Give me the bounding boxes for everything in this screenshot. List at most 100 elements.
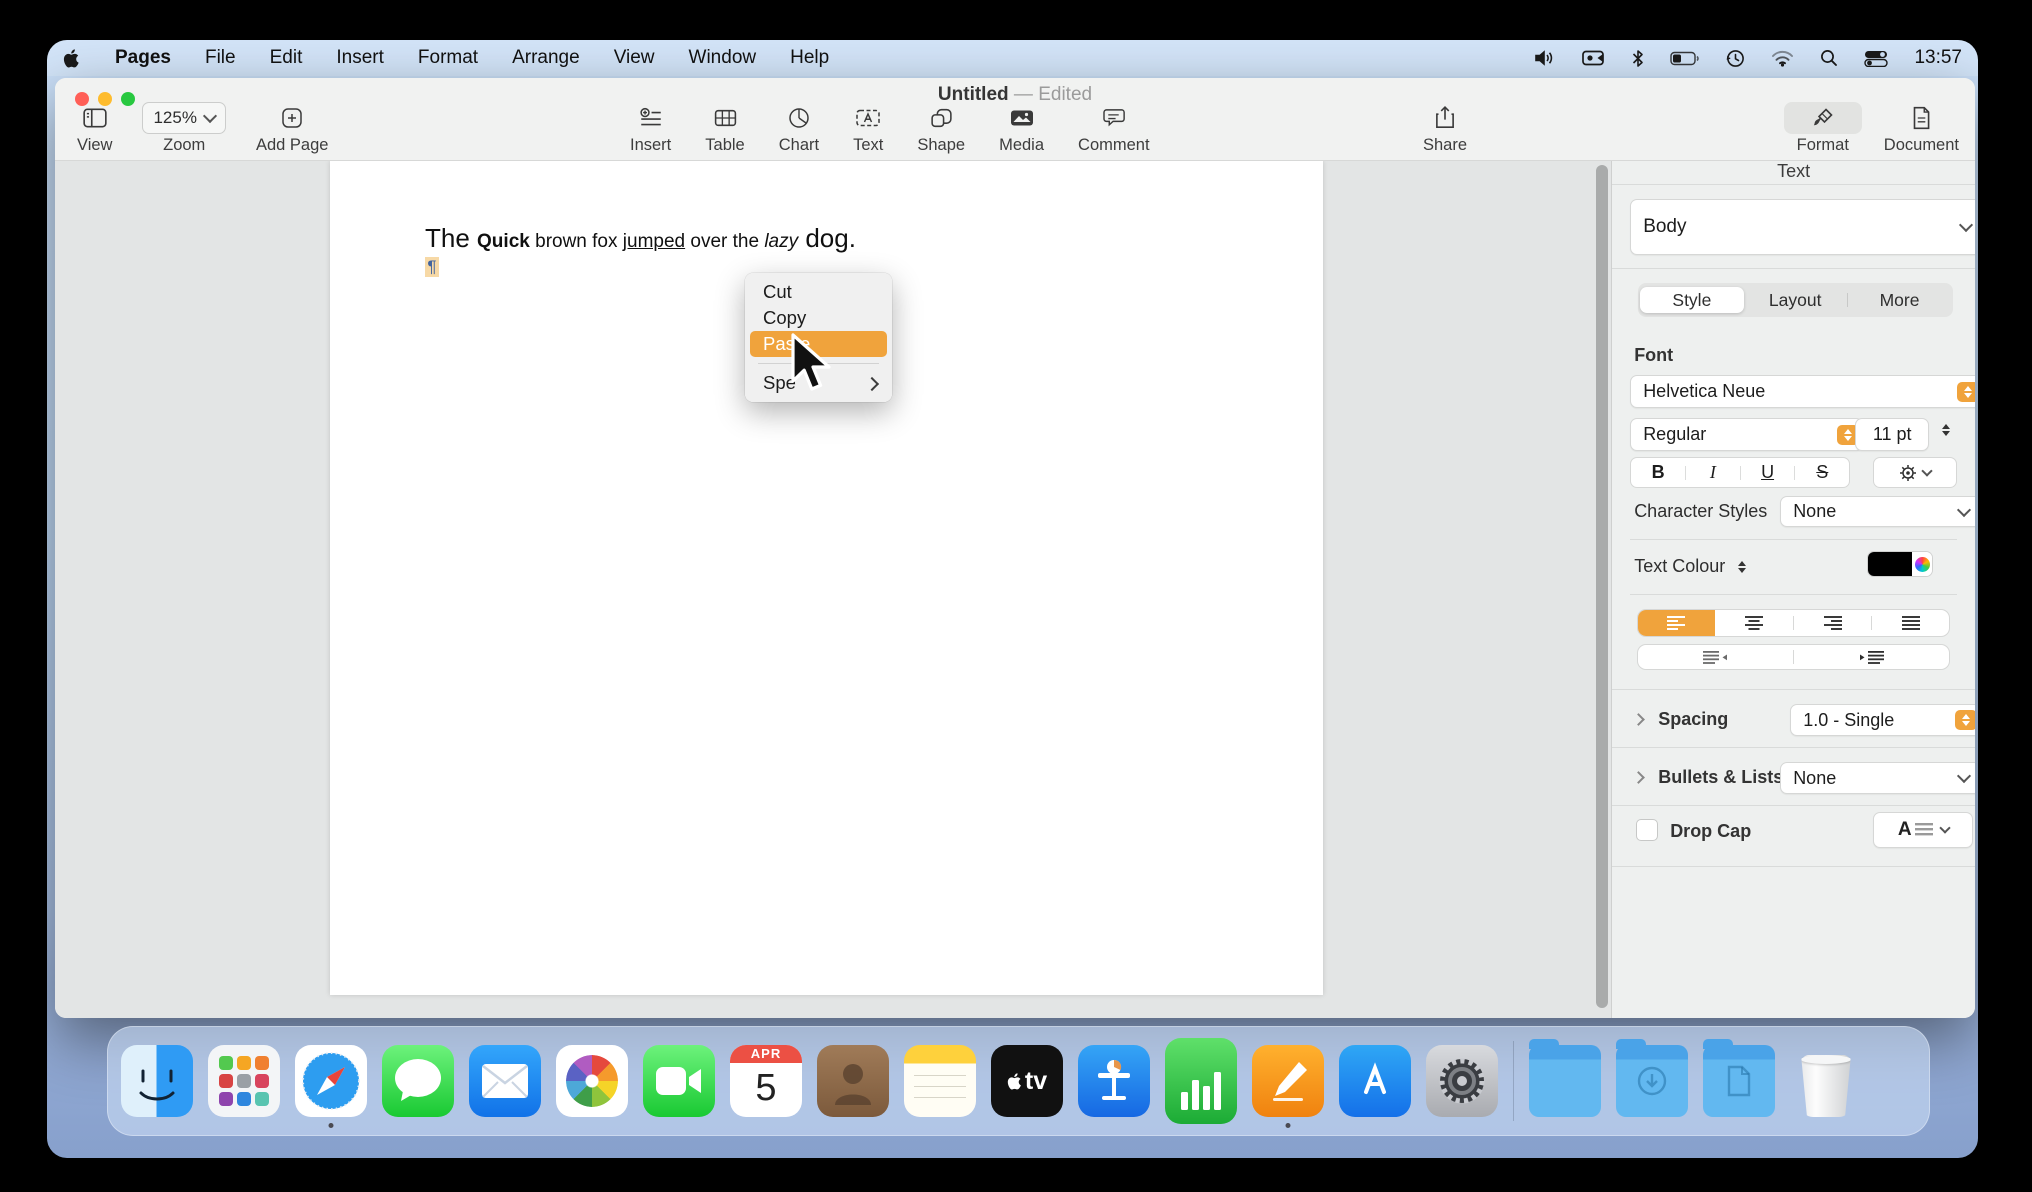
- dock-launchpad-icon[interactable]: [208, 1045, 280, 1117]
- stepper-icon[interactable]: [1955, 710, 1975, 730]
- clock-time[interactable]: 13:57: [1914, 47, 1962, 69]
- dock-appstore-icon[interactable]: [1339, 1045, 1411, 1117]
- dock-calendar-icon[interactable]: APR 5: [730, 1045, 802, 1117]
- font-size-field[interactable]: 11 pt: [1855, 418, 1929, 451]
- bullets-dropdown[interactable]: None: [1780, 762, 1975, 794]
- dock-photos-icon[interactable]: [556, 1045, 628, 1117]
- vertical-scrollbar[interactable]: [1596, 165, 1608, 1008]
- tab-layout[interactable]: Layout: [1744, 287, 1847, 313]
- view-button[interactable]: View: [77, 102, 112, 155]
- dock-facetime-icon[interactable]: [643, 1045, 715, 1117]
- dock-mail-icon[interactable]: [469, 1045, 541, 1117]
- text-colour-well[interactable]: [1868, 552, 1932, 576]
- font-family-dropdown[interactable]: Helvetica Neue: [1630, 375, 1975, 408]
- underline-button[interactable]: U: [1741, 461, 1795, 484]
- colour-wheel-button[interactable]: [1912, 552, 1932, 576]
- text-button[interactable]: Text: [853, 102, 883, 155]
- photos-flower-icon: [566, 1055, 618, 1107]
- bold-button[interactable]: B: [1631, 461, 1685, 484]
- dock-notes-icon[interactable]: [904, 1045, 976, 1117]
- dock-trash-icon[interactable]: [1790, 1045, 1862, 1117]
- menubar-item-insert[interactable]: Insert: [336, 47, 384, 69]
- comment-button[interactable]: Comment: [1078, 102, 1150, 155]
- table-button[interactable]: Table: [705, 102, 744, 155]
- zoom-dropdown[interactable]: 125%: [142, 102, 225, 134]
- document-text-line[interactable]: The Quick brown fox jumped over the lazy…: [425, 223, 856, 254]
- dock-keynote-icon[interactable]: [1078, 1045, 1150, 1117]
- toolbar-center-group: Insert Table Chart: [630, 102, 1150, 155]
- zoom-control[interactable]: 125% Zoom: [142, 102, 225, 155]
- shape-button[interactable]: Shape: [917, 102, 965, 155]
- chart-button[interactable]: Chart: [779, 102, 819, 155]
- dock-pages-icon[interactable]: [1252, 1045, 1324, 1117]
- decrease-indent-button[interactable]: [1638, 645, 1793, 669]
- menubar-item-format[interactable]: Format: [418, 47, 478, 69]
- media-button[interactable]: Media: [999, 102, 1044, 155]
- text-colour-stepper-icon[interactable]: [1738, 561, 1746, 573]
- context-menu-copy[interactable]: Copy: [750, 305, 887, 331]
- disclosure-chevron-icon[interactable]: [1632, 713, 1645, 726]
- spacing-dropdown[interactable]: 1.0 - Single: [1790, 704, 1975, 736]
- add-page-button[interactable]: Add Page: [256, 102, 328, 155]
- increase-indent-button[interactable]: [1794, 645, 1949, 669]
- align-right-button[interactable]: [1794, 610, 1871, 636]
- dock-documents-folder-icon[interactable]: [1703, 1045, 1775, 1117]
- dock-messages-icon[interactable]: [382, 1045, 454, 1117]
- dock-contacts-icon[interactable]: [817, 1045, 889, 1117]
- menubar-item-window[interactable]: Window: [689, 47, 757, 69]
- share-button[interactable]: Share: [1423, 102, 1467, 155]
- tab-style[interactable]: Style: [1640, 287, 1743, 313]
- strikethrough-button[interactable]: S: [1795, 461, 1849, 484]
- divider: [1612, 805, 1975, 806]
- disclosure-chevron-icon[interactable]: [1632, 771, 1645, 784]
- format-button[interactable]: Format: [1784, 102, 1862, 155]
- menubar-item-help[interactable]: Help: [790, 47, 829, 69]
- dock-safari-icon[interactable]: [295, 1045, 367, 1117]
- screen-mirroring-icon[interactable]: [1582, 50, 1606, 66]
- apple-menu-icon[interactable]: [63, 48, 81, 69]
- font-weight-dropdown[interactable]: Regular: [1630, 418, 1863, 451]
- tab-more[interactable]: More: [1848, 287, 1951, 313]
- drop-cap-style-dropdown[interactable]: A: [1873, 812, 1973, 848]
- align-justify-button[interactable]: [1872, 610, 1949, 636]
- menubar-item-view[interactable]: View: [614, 47, 655, 69]
- mouse-cursor: [787, 333, 841, 404]
- colour-swatch-black[interactable]: [1868, 552, 1912, 576]
- document-canvas[interactable]: The Quick brown fox jumped over the lazy…: [55, 161, 1611, 1018]
- font-size-stepper[interactable]: [1942, 424, 1950, 436]
- menubar-item-arrange[interactable]: Arrange: [512, 47, 580, 69]
- insert-button[interactable]: Insert: [630, 102, 671, 155]
- menubar-item-edit[interactable]: Edit: [270, 47, 303, 69]
- volume-icon[interactable]: [1534, 49, 1556, 67]
- chevron-down-icon: [1922, 465, 1933, 476]
- menubar-item-pages[interactable]: Pages: [115, 47, 171, 69]
- dock-finder-icon[interactable]: [121, 1045, 193, 1117]
- dock-settings-icon[interactable]: [1426, 1045, 1498, 1117]
- control-center-icon[interactable]: [1864, 50, 1888, 67]
- bluetooth-icon[interactable]: [1632, 49, 1644, 68]
- context-menu-cut[interactable]: Cut: [750, 279, 887, 305]
- dock-downloads-folder-icon[interactable]: [1616, 1045, 1688, 1117]
- paragraph-style-dropdown[interactable]: Body: [1630, 199, 1975, 255]
- wifi-icon[interactable]: [1771, 50, 1794, 67]
- italic-button[interactable]: I: [1686, 461, 1740, 484]
- advanced-text-options-button[interactable]: [1873, 457, 1957, 488]
- spacing-row-label: Spacing: [1634, 709, 1728, 730]
- spotlight-search-icon[interactable]: [1820, 49, 1838, 67]
- drop-cap-checkbox[interactable]: [1636, 819, 1658, 841]
- document-button[interactable]: Document: [1884, 102, 1959, 155]
- menubar-item-file[interactable]: File: [205, 47, 236, 69]
- align-center-button[interactable]: [1715, 610, 1792, 636]
- dock-numbers-icon[interactable]: [1165, 1038, 1237, 1124]
- align-left-button[interactable]: [1638, 610, 1715, 636]
- dock-folder-icon[interactable]: [1529, 1045, 1601, 1117]
- character-styles-dropdown[interactable]: None: [1780, 496, 1975, 527]
- text-run: dog.: [798, 223, 856, 253]
- stepper-icon[interactable]: [1957, 382, 1975, 402]
- font-style-buttons: B I U S: [1630, 457, 1850, 488]
- window-titlebar[interactable]: Untitled — Edited View 125% Zoom: [55, 78, 1975, 161]
- battery-icon[interactable]: [1670, 51, 1700, 66]
- time-machine-icon[interactable]: [1726, 49, 1745, 68]
- toolbar-right-group: Format Document: [1784, 102, 1959, 155]
- dock-appletv-icon[interactable]: tv: [991, 1045, 1063, 1117]
